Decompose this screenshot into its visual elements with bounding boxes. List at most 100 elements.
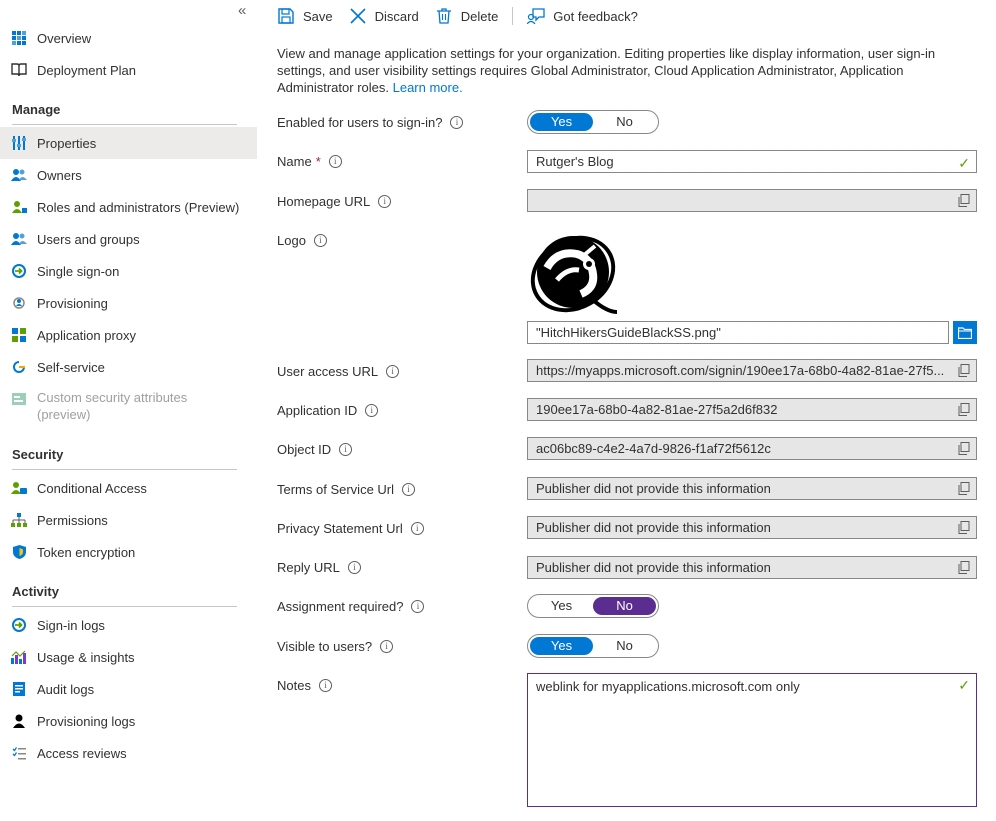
sidebar-item-users-and-groups[interactable]: Users and groups — [0, 223, 257, 255]
sidebar-item-permissions[interactable]: Permissions — [0, 504, 257, 536]
logo-file-input[interactable]: "HitchHikersGuideBlackSS.png" — [527, 321, 949, 344]
info-icon[interactable]: i — [313, 234, 327, 247]
copy-icon[interactable] — [958, 521, 970, 534]
collapse-sidebar-icon[interactable]: « — [238, 2, 246, 19]
terms-url-value: Publisher did not provide this informati… — [536, 481, 771, 496]
sidebar-item-custom-security-attributes: Custom security attributes (preview) — [0, 389, 257, 423]
sidebar-item-audit-logs[interactable]: Audit logs — [0, 673, 257, 705]
sidebar-item-label: Self-service — [37, 359, 105, 375]
copy-icon[interactable] — [958, 482, 970, 495]
homepage-url-field[interactable] — [527, 189, 977, 212]
toggle-option-no[interactable]: No — [593, 597, 656, 615]
privacy-url-label-row: Privacy Statement Url i — [277, 521, 424, 536]
sidebar-item-provisioning-logs[interactable]: Provisioning logs — [0, 705, 257, 737]
toggle-option-no[interactable]: No — [593, 637, 656, 655]
info-icon[interactable]: i — [380, 640, 394, 653]
privacy-url-label: Privacy Statement Url — [277, 521, 403, 536]
privacy-url-field[interactable]: Publisher did not provide this informati… — [527, 516, 977, 539]
sidebar-item-token-encryption[interactable]: Token encryption — [0, 536, 257, 568]
sidebar-item-label: Token encryption — [37, 544, 136, 560]
delete-button[interactable]: Delete — [435, 0, 499, 32]
browse-file-button[interactable] — [953, 321, 977, 344]
sidebar-item-overview[interactable]: Overview — [0, 22, 257, 54]
sidebar-item-label: Roles and administrators (Preview) — [37, 199, 240, 215]
info-icon[interactable]: i — [402, 483, 416, 496]
self-service-icon — [11, 359, 27, 375]
info-icon[interactable]: i — [318, 679, 332, 692]
sidebar-item-self-service[interactable]: Self-service — [0, 351, 257, 383]
section-title-activity: Activity — [12, 584, 59, 599]
sidebar-item-application-proxy[interactable]: Application proxy — [0, 319, 257, 351]
info-icon[interactable]: i — [328, 155, 342, 168]
sidebar-item-sign-in-logs[interactable]: Sign-in logs — [0, 609, 257, 641]
sidebar-item-label: Single sign-on — [37, 263, 120, 279]
copy-icon[interactable] — [958, 442, 970, 455]
info-icon[interactable]: i — [339, 443, 353, 456]
properties-icon — [11, 135, 27, 151]
page-description: View and manage application settings for… — [277, 45, 967, 96]
assignment-label-row: Assignment required? i — [277, 599, 425, 614]
info-icon[interactable]: i — [450, 116, 464, 129]
enabled-label: Enabled for users to sign-in? — [277, 115, 443, 130]
sidebar-item-single-sign-on[interactable]: Single sign-on — [0, 255, 257, 287]
info-icon[interactable]: i — [378, 195, 392, 208]
info-icon[interactable]: i — [347, 561, 361, 574]
terms-url-label-row: Terms of Service Url i — [277, 482, 416, 497]
delete-label: Delete — [460, 8, 499, 24]
provisioning-icon — [11, 295, 27, 311]
name-input[interactable]: Rutger's Blog ✓ — [527, 150, 977, 173]
notes-textarea[interactable]: weblink for myapplications.microsoft.com… — [527, 673, 977, 807]
info-icon[interactable]: i — [386, 365, 400, 378]
application-id-label: Application ID — [277, 403, 358, 418]
learn-more-link[interactable]: Learn more. — [393, 80, 463, 95]
sidebar-item-conditional-access[interactable]: Conditional Access — [0, 472, 257, 504]
signin-logs-icon — [11, 617, 27, 633]
info-icon[interactable]: i — [410, 522, 424, 535]
sidebar-item-deployment-plan[interactable]: Deployment Plan — [0, 54, 257, 86]
sidebar-item-label: Audit logs — [37, 681, 95, 697]
feedback-icon — [527, 7, 545, 25]
terms-url-label: Terms of Service Url — [277, 482, 395, 497]
feedback-button[interactable]: Got feedback? — [527, 0, 638, 32]
info-icon[interactable]: i — [411, 600, 425, 613]
copy-icon[interactable] — [958, 364, 970, 377]
save-button[interactable]: Save — [277, 0, 333, 32]
terms-url-field[interactable]: Publisher did not provide this informati… — [527, 477, 977, 500]
sidebar-item-properties[interactable]: Properties — [0, 127, 257, 159]
logo-label: Logo — [277, 233, 306, 248]
info-icon[interactable]: i — [365, 404, 379, 417]
copy-icon[interactable] — [958, 403, 970, 416]
homepage-label: Homepage URL — [277, 194, 371, 209]
toggle-option-yes[interactable]: Yes — [530, 113, 593, 131]
assignment-toggle[interactable]: Yes No — [527, 594, 659, 618]
visible-toggle[interactable]: Yes No — [527, 634, 659, 658]
sidebar-item-usage-insights[interactable]: Usage & insights — [0, 641, 257, 673]
user-access-url-field[interactable]: https://myapps.microsoft.com/signin/190e… — [527, 359, 977, 382]
sidebar-item-access-reviews[interactable]: Access reviews — [0, 737, 257, 769]
application-id-field[interactable]: 190ee17a-68b0-4a82-81ae-27f5a2d6f832 — [527, 398, 977, 421]
save-label: Save — [303, 8, 333, 24]
reply-url-field[interactable]: Publisher did not provide this informati… — [527, 556, 977, 579]
copy-icon[interactable] — [958, 561, 970, 574]
folder-icon — [958, 326, 972, 339]
toggle-option-yes[interactable]: Yes — [530, 637, 593, 655]
save-icon — [277, 7, 295, 25]
conditional-access-icon — [11, 480, 27, 496]
sidebar-item-provisioning[interactable]: Provisioning — [0, 287, 257, 319]
sidebar-item-label: Conditional Access — [37, 480, 147, 496]
reply-url-label-row: Reply URL i — [277, 560, 361, 575]
sidebar-item-owners[interactable]: Owners — [0, 159, 257, 191]
discard-button[interactable]: Discard — [349, 0, 419, 32]
trash-icon — [435, 7, 453, 25]
toggle-option-yes[interactable]: Yes — [530, 597, 593, 615]
owners-icon — [11, 167, 27, 183]
description-text: View and manage application settings for… — [277, 46, 936, 95]
enabled-toggle[interactable]: Yes No — [527, 110, 659, 134]
sidebar-item-label: Permissions — [37, 512, 108, 528]
sidebar-item-roles[interactable]: Roles and administrators (Preview) — [0, 191, 257, 223]
object-id-value: ac06bc89-c4e2-4a7d-9826-f1af72f5612c — [536, 441, 771, 456]
copy-icon[interactable] — [958, 194, 970, 207]
object-id-field[interactable]: ac06bc89-c4e2-4a7d-9826-f1af72f5612c — [527, 437, 977, 460]
toggle-option-no[interactable]: No — [593, 113, 656, 131]
discard-label: Discard — [374, 8, 419, 24]
